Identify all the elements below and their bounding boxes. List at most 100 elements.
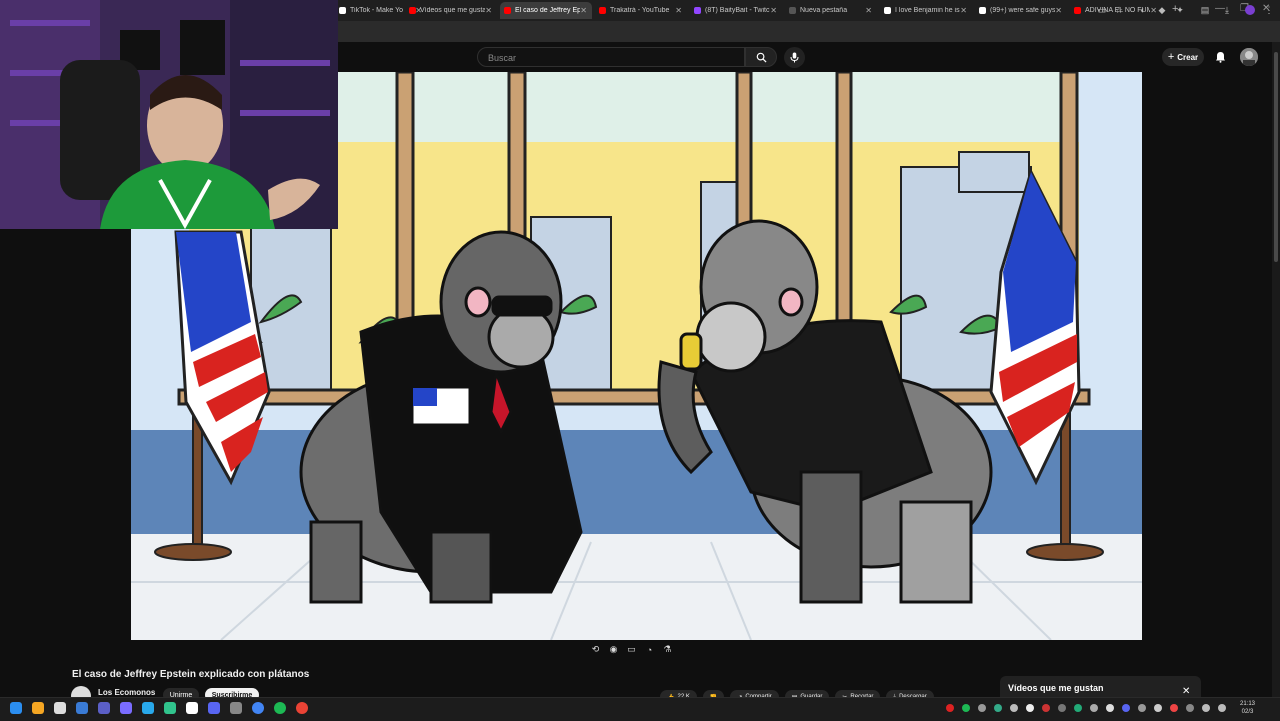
create-button[interactable]: + Crear [1162, 48, 1204, 66]
obs-icon[interactable] [230, 702, 242, 714]
extension-icon[interactable]: ◐ [1138, 5, 1148, 15]
side-panel-icon[interactable]: ▤ [1200, 5, 1210, 15]
clock-date: 02/3 [1241, 709, 1254, 715]
playlist-panel-title[interactable]: Vídeos que me gustan [1008, 683, 1104, 693]
browser-tab[interactable]: (8T) BaityBait - Twitch ✕ [690, 2, 782, 19]
tab-label: Nueva pestaña [800, 7, 848, 14]
apps-icon[interactable] [120, 702, 132, 714]
bell-icon [1215, 52, 1225, 63]
video-title: El caso de Jeffrey Epstein explicado con… [72, 669, 310, 680]
tray-icon[interactable] [1026, 704, 1034, 712]
voice-search-button[interactable] [784, 47, 805, 68]
network-icon[interactable] [1202, 704, 1210, 712]
spotify-icon[interactable] [274, 702, 286, 714]
tab-close-icon[interactable]: ✕ [770, 6, 777, 15]
tray-icon[interactable] [978, 704, 986, 712]
tab-close-icon[interactable]: ✕ [580, 6, 587, 15]
profile-icon[interactable] [1245, 5, 1255, 15]
lab-icon[interactable]: ⚗ [662, 644, 673, 655]
tray-icon[interactable] [1010, 704, 1018, 712]
tab-close-icon[interactable]: ✕ [865, 6, 872, 15]
tab-favicon-icon [409, 7, 416, 14]
tab-favicon-icon [789, 7, 796, 14]
windows-start-icon[interactable] [10, 702, 22, 714]
tab-close-icon[interactable]: ✕ [1055, 6, 1062, 15]
tray-icon[interactable] [1058, 704, 1066, 712]
chrome-alt-icon[interactable] [296, 702, 308, 714]
clock-time: 21:13 [1240, 701, 1256, 707]
tray-icon[interactable] [1154, 704, 1162, 712]
audio-track-icon[interactable]: ◉ [608, 644, 619, 655]
loop-icon[interactable]: ⟲ [590, 644, 601, 655]
menu-icon[interactable]: ⋮ [1264, 5, 1274, 15]
cast-icon[interactable]: ▭ [1097, 5, 1107, 15]
browser-tab[interactable]: Nueva pestaña ✕ [785, 2, 877, 19]
downloads-icon[interactable]: ⤓ [1222, 5, 1232, 15]
v-icon[interactable] [98, 702, 110, 714]
discord-tray-icon[interactable] [1122, 704, 1130, 712]
speed-icon[interactable]: ◔ [644, 644, 655, 655]
streamlabs-icon[interactable] [164, 702, 176, 714]
avatar-image [1240, 48, 1258, 66]
channel-name[interactable]: Los Ecomonos [98, 688, 155, 697]
chrome-icon[interactable] [252, 702, 264, 714]
tray-icon[interactable] [994, 704, 1002, 712]
theater-icon[interactable]: ▭ [626, 644, 637, 655]
webcam-feed [0, 0, 338, 229]
spotify-tray-icon[interactable] [962, 704, 970, 712]
bookmark-star-icon[interactable]: ☆ [1114, 5, 1124, 15]
extensions-puzzle-icon[interactable]: ✦ [1175, 5, 1185, 15]
microphone-icon [790, 52, 799, 63]
scrollbar-thumb[interactable] [1274, 52, 1278, 262]
tray-icon[interactable] [1074, 704, 1082, 712]
browser-tab[interactable]: (99+) were safe guys ✕ [975, 2, 1067, 19]
tab-favicon-icon [504, 7, 511, 14]
browser-tab[interactable]: El caso de Jeffrey Epste✕ [500, 2, 592, 19]
volume-icon[interactable] [1218, 704, 1226, 712]
search-input[interactable] [486, 52, 730, 64]
extension-icon[interactable]: ◆ [1157, 5, 1167, 15]
tray-icon[interactable] [1138, 704, 1146, 712]
tab-close-icon[interactable]: ✕ [1150, 6, 1157, 15]
browser-tab[interactable]: Vídeos que me gustan ✕ [405, 2, 497, 19]
player-controls: ⟲ ◉ ▭ ◔ ⚗ [590, 644, 673, 655]
search-icon[interactable] [32, 702, 44, 714]
tab-label: Trakatrá - YouTube [610, 7, 670, 14]
tiktok-icon[interactable] [186, 702, 198, 714]
tab-favicon-icon [339, 7, 346, 14]
tab-favicon-icon [694, 7, 701, 14]
playlist-close-button[interactable]: ✕ [1182, 686, 1190, 697]
tab-favicon-icon [979, 7, 986, 14]
create-label: Crear [1177, 52, 1199, 62]
search-button[interactable] [745, 47, 777, 67]
tab-favicon-icon [599, 7, 606, 14]
search-box[interactable] [477, 47, 745, 67]
tray-icon[interactable] [1186, 704, 1194, 712]
tab-label: El caso de Jeffrey Epste [515, 7, 581, 14]
plus-icon: + [1167, 51, 1175, 63]
tray-icon[interactable] [1090, 704, 1098, 712]
tab-label: Vídeos que me gustan [420, 7, 486, 14]
media-icon[interactable] [76, 702, 88, 714]
tab-label: I love Benjamin he is [895, 7, 960, 14]
account-avatar[interactable] [1240, 48, 1258, 66]
widget-icon[interactable] [54, 702, 66, 714]
tab-favicon-icon [884, 7, 891, 14]
notifications-button[interactable] [1212, 49, 1228, 65]
search-icon [756, 52, 767, 63]
tab-close-icon[interactable]: ✕ [960, 6, 967, 15]
webcam-overlay [0, 0, 338, 229]
tray-icon[interactable] [1170, 704, 1178, 712]
telegram-icon[interactable] [142, 702, 154, 714]
browser-tab[interactable]: Trakatrá - YouTube ✕ [595, 2, 687, 19]
tab-favicon-icon [1074, 7, 1081, 14]
browser-tab[interactable]: I love Benjamin he is ✕ [880, 2, 972, 19]
tray-icon[interactable] [1042, 704, 1050, 712]
tab-close-icon[interactable]: ✕ [675, 6, 682, 15]
clock[interactable]: 21:13 02/3 [1240, 700, 1255, 716]
tray-icon[interactable] [1106, 704, 1114, 712]
tray-icon[interactable] [946, 704, 954, 712]
discord-icon[interactable] [208, 702, 220, 714]
tab-label: (8T) BaityBait - Twitch [705, 7, 771, 14]
tab-close-icon[interactable]: ✕ [485, 6, 492, 15]
